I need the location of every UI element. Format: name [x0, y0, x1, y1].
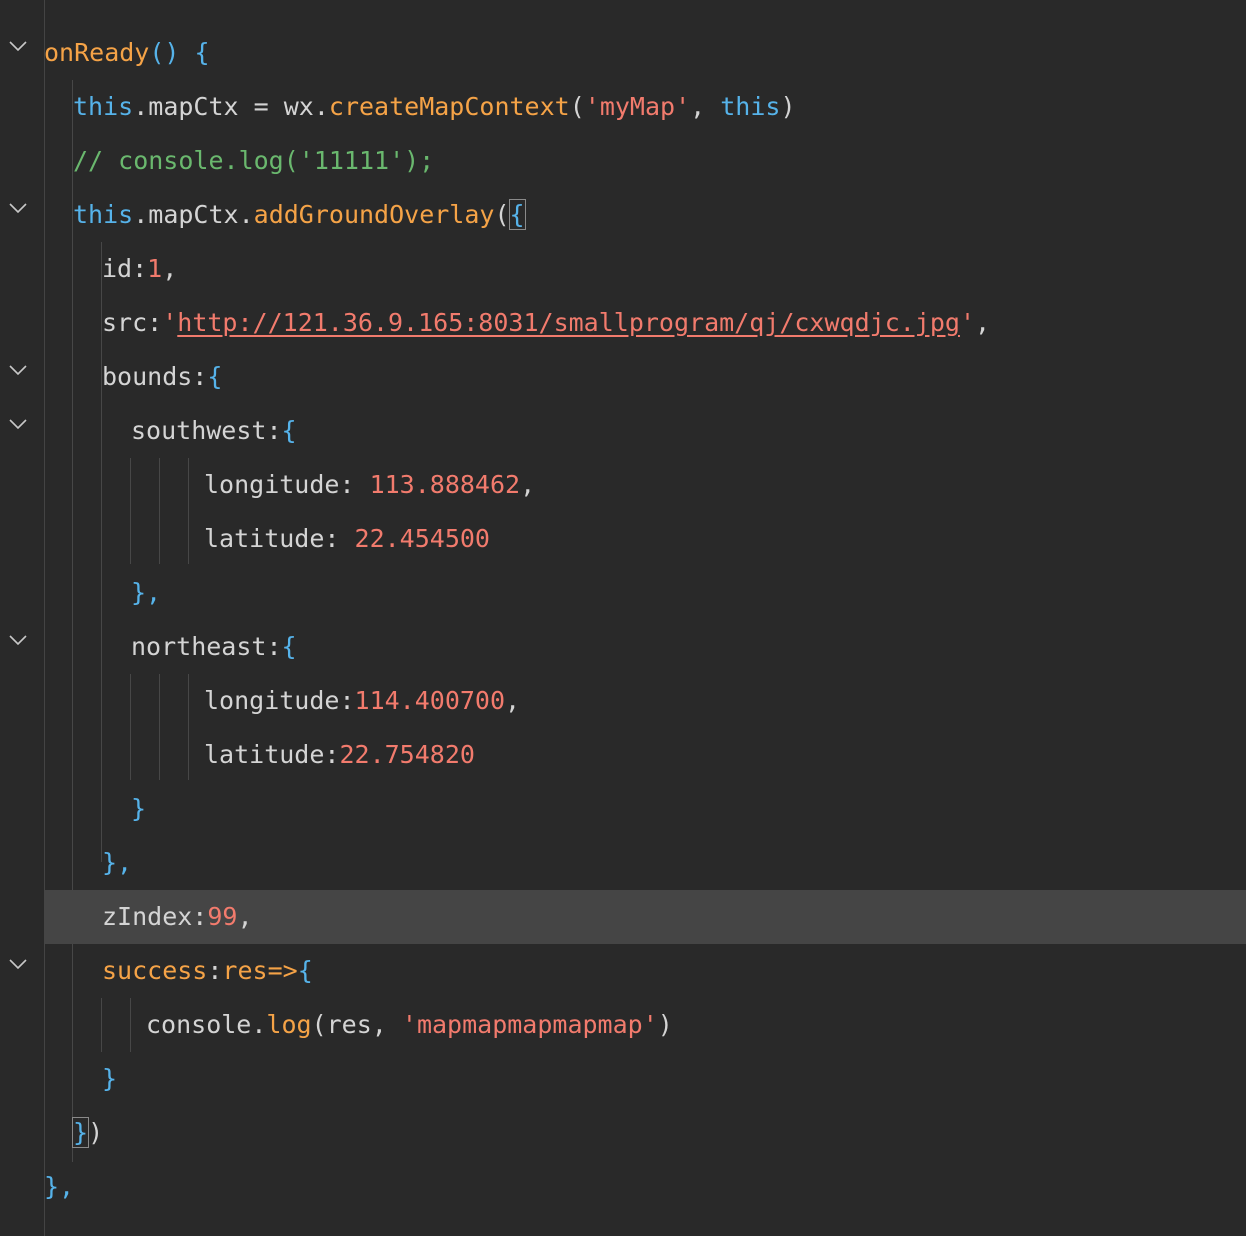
code-token: bounds: [102, 362, 208, 391]
code-token: createMapContext [328, 92, 570, 121]
code-comment: // console.log('11111'); [73, 146, 435, 175]
code-token: : [207, 956, 223, 985]
code-line[interactable]: latitude: 22.454500 [0, 512, 1246, 566]
code-line[interactable]: latitude:22.754820 [0, 728, 1246, 782]
code-line[interactable]: }, [0, 1160, 1246, 1214]
code-token: zIndex: [102, 902, 208, 931]
code-line[interactable]: }) [0, 1106, 1246, 1160]
url-link[interactable]: http://121.36.9.165:8031/smallprogram/qj… [177, 308, 960, 337]
code-token: 113.888462 [369, 470, 521, 499]
code-line[interactable]: id:1, [0, 242, 1246, 296]
code-token: , [975, 308, 991, 337]
code-token: northeast: [131, 632, 282, 661]
code-token: src: [102, 308, 163, 337]
code-token: { [297, 956, 313, 985]
code-token: () { [149, 38, 210, 67]
matched-bracket: } [71, 1117, 90, 1148]
code-line[interactable]: onReady() { [0, 26, 1246, 80]
code-token: , [162, 254, 178, 283]
code-token: ( [569, 92, 585, 121]
code-token: latitude: [204, 524, 355, 553]
code-editor[interactable]: onReady() { this.mapCtx = wx.createMapCo… [0, 0, 1246, 1236]
code-token: 'myMap' [584, 92, 691, 121]
code-line[interactable]: northeast:{ [0, 620, 1246, 674]
code-line[interactable]: } [0, 782, 1246, 836]
code-token: { [281, 416, 297, 445]
code-token: southwest: [131, 416, 282, 445]
code-token: this [73, 92, 134, 121]
code-token: , [520, 470, 536, 499]
code-token: }, [44, 1172, 75, 1201]
code-token: 1 [147, 254, 163, 283]
code-token: success [102, 956, 208, 985]
code-token: } [102, 1064, 118, 1093]
code-token: 99 [207, 902, 238, 931]
current-line-highlight[interactable]: zIndex:99, [44, 890, 1246, 944]
code-token: res [222, 956, 268, 985]
code-line[interactable]: // console.log('11111'); [0, 134, 1246, 188]
code-token: }, [131, 578, 162, 607]
code-token: , [237, 902, 253, 931]
chevron-down-icon[interactable] [6, 196, 30, 220]
code-token: , [690, 92, 721, 121]
code-token: ) [657, 1010, 673, 1039]
code-token: { [207, 362, 223, 391]
code-line[interactable]: longitude: 113.888462, [0, 458, 1246, 512]
chevron-down-icon[interactable] [6, 34, 30, 58]
chevron-down-icon[interactable] [6, 628, 30, 652]
code-line[interactable]: southwest:{ [0, 404, 1246, 458]
code-token: ' [162, 308, 178, 337]
code-token: ) [88, 1118, 104, 1147]
code-token: .mapCtx = wx. [133, 92, 329, 121]
code-token: latitude: [204, 740, 340, 769]
code-line[interactable]: bounds:{ [0, 350, 1246, 404]
chevron-down-icon[interactable] [6, 358, 30, 382]
code-token: ' [959, 308, 976, 337]
code-token: this [720, 92, 781, 121]
code-token: longitude: [204, 686, 355, 715]
code-token: log [266, 1010, 312, 1039]
code-token: , [505, 686, 521, 715]
code-token: longitude: [204, 470, 370, 499]
chevron-down-icon[interactable] [6, 952, 30, 976]
code-token: addGroundOverlay [253, 200, 495, 229]
code-token: }, [102, 848, 133, 877]
code-token: { [281, 632, 297, 661]
code-line[interactable]: }, [0, 836, 1246, 890]
code-token: 'mapmapmapmapmap' [401, 1010, 658, 1039]
code-token: ( [494, 200, 510, 229]
chevron-down-icon[interactable] [6, 412, 30, 436]
code-token: (res, [311, 1010, 402, 1039]
code-line[interactable]: success:res=>{ [0, 944, 1246, 998]
code-line[interactable]: src:'http://121.36.9.165:8031/smallprogr… [0, 296, 1246, 350]
code-token: this [73, 200, 134, 229]
code-token: console. [146, 1010, 267, 1039]
matched-bracket: { [508, 199, 526, 230]
code-token: 22.754820 [339, 740, 475, 769]
code-token: ) [780, 92, 796, 121]
code-token: } [131, 794, 147, 823]
code-token: onReady [44, 38, 150, 67]
code-token: 22.454500 [354, 524, 490, 553]
code-token: .mapCtx. [133, 200, 254, 229]
code-line[interactable]: longitude:114.400700, [0, 674, 1246, 728]
code-token: 114.400700 [354, 686, 506, 715]
code-line[interactable]: } [0, 1052, 1246, 1106]
code-line[interactable]: }, [0, 566, 1246, 620]
code-line[interactable]: this.mapCtx.addGroundOverlay({ [0, 188, 1246, 242]
code-token: id: [102, 254, 148, 283]
code-line[interactable]: this.mapCtx = wx.createMapContext('myMap… [0, 80, 1246, 134]
code-line[interactable]: console.log(res, 'mapmapmapmapmap') [0, 998, 1246, 1052]
code-token: => [267, 956, 298, 985]
